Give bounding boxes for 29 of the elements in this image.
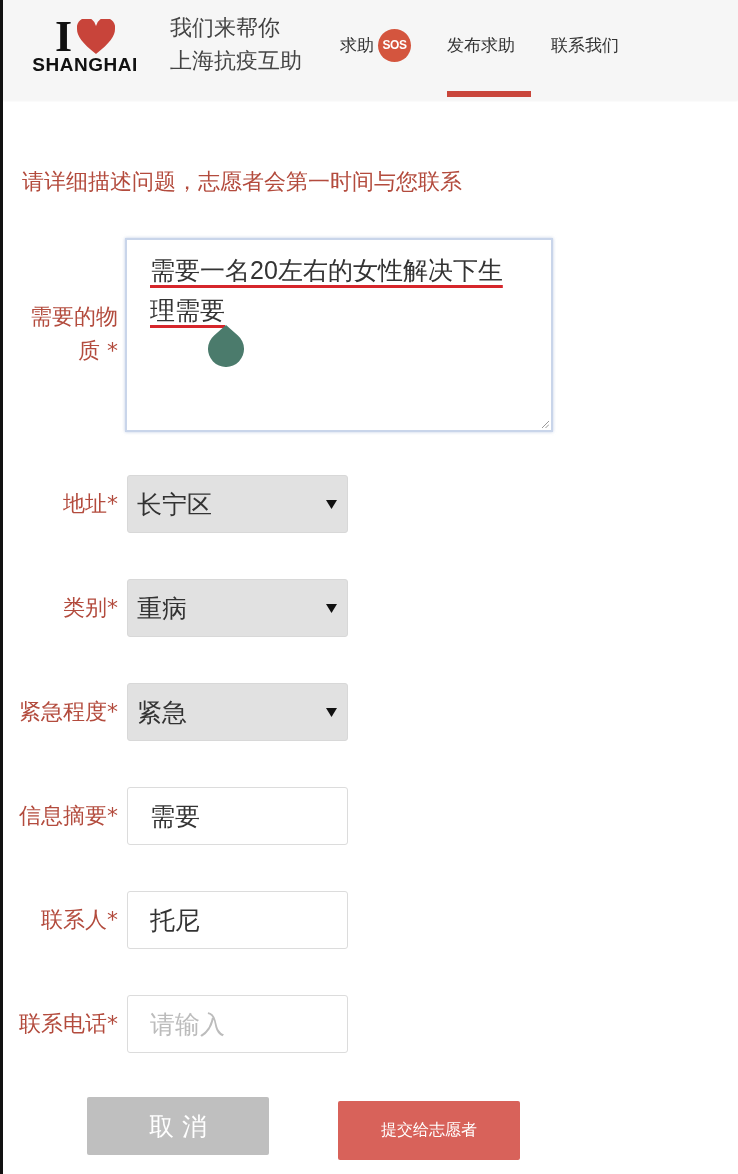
field-label: 需要的物质 * bbox=[29, 302, 118, 365]
dropdown-arrow-icon bbox=[326, 707, 337, 717]
nav-tab[interactable]: 发布求助 bbox=[447, 0, 531, 97]
tagline-text: 我们来帮你 bbox=[170, 14, 281, 42]
sos-badge: SOS bbox=[378, 29, 411, 62]
logo-text: I bbox=[54, 19, 73, 55]
text-input[interactable]: 请输入 bbox=[127, 995, 348, 1053]
text-input[interactable]: 需要 bbox=[127, 787, 348, 845]
field-label: 信息摘要* bbox=[19, 802, 118, 830]
dropdown-select[interactable]: 长宁区 bbox=[127, 475, 348, 533]
text-input[interactable]: 托尼 bbox=[127, 891, 348, 949]
dropdown-arrow-icon bbox=[326, 499, 337, 509]
description-textarea[interactable]: 需要一名20左右的女性解决下生理需要 bbox=[125, 238, 553, 432]
field-label: 紧急程度* bbox=[19, 698, 118, 726]
field-label: 联系人* bbox=[41, 906, 118, 934]
logo-text: SHANGHAI bbox=[32, 55, 138, 75]
nav-tab[interactable]: 联系我们 bbox=[551, 0, 635, 97]
dropdown-arrow-icon bbox=[326, 603, 337, 613]
dropdown-select[interactable]: 重病 bbox=[127, 579, 348, 637]
submit-button[interactable]: 提交给志愿者 bbox=[338, 1101, 520, 1160]
nav-tab[interactable]: 求助 SOS bbox=[340, 0, 427, 97]
field-label: 地址* bbox=[63, 490, 118, 518]
heart-icon bbox=[77, 19, 116, 55]
form-instructions: 请详细描述问题，志愿者会第一时间与您联系 bbox=[22, 168, 463, 196]
field-label: 类别* bbox=[63, 594, 118, 622]
resize-grip-icon bbox=[541, 420, 549, 428]
field-label: 联系电话* bbox=[19, 1010, 118, 1038]
dropdown-select[interactable]: 紧急 bbox=[127, 683, 348, 741]
tagline-text: 上海抗疫互助 bbox=[170, 47, 302, 75]
